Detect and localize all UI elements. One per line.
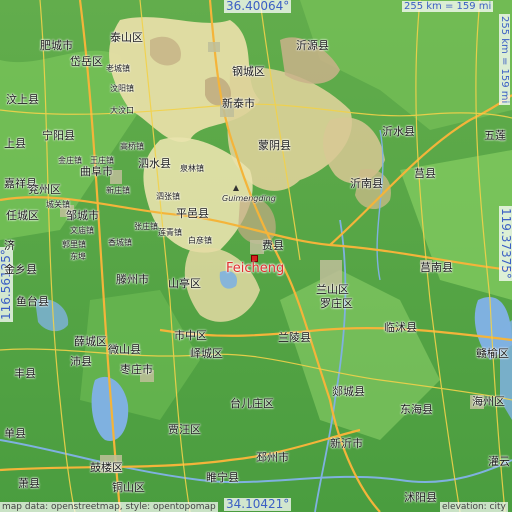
place-wenshang: 汶上县 xyxy=(6,93,39,106)
town-wenmiao: 文庙镇 xyxy=(70,226,94,235)
place-qufu: 曲阜市 xyxy=(80,165,113,178)
town-dawenkou: 大汶口 xyxy=(110,106,134,115)
place-chengwu: 济 xyxy=(4,239,15,252)
place-tengzhou: 滕州市 xyxy=(116,273,149,286)
town-hebaojiang: 莲青镇 xyxy=(158,228,182,237)
place-feixian: 费县 xyxy=(262,239,284,252)
place-yiyuan: 沂源县 xyxy=(296,39,329,52)
place-fengxian: 丰县 xyxy=(14,367,36,380)
town-sijiao: 泗张镇 xyxy=(156,192,180,201)
town-baiyan: 白彦镇 xyxy=(188,236,212,245)
place-zoucheng: 邹城市 xyxy=(66,209,99,222)
town-quanlin: 泉林镇 xyxy=(180,164,204,173)
place-shanting: 山亭区 xyxy=(168,277,201,290)
place-pingyi: 平邑县 xyxy=(176,207,209,220)
place-haizhou: 海州区 xyxy=(472,395,505,408)
place-yinan: 沂南县 xyxy=(350,177,383,190)
place-guanyun: 灌云 xyxy=(488,455,510,468)
place-xintai: 新泰市 xyxy=(222,97,255,110)
scale-vertical: 255 km = 159 mi xyxy=(499,14,510,106)
coord-right: 119.37375° xyxy=(499,206,512,281)
town-zhuijia: 汶阳镇 xyxy=(110,84,134,93)
guimengding-peak-marker xyxy=(233,185,239,191)
place-daiyue: 岱岳区 xyxy=(70,55,103,68)
place-jinxiang: 金乡县 xyxy=(4,263,37,276)
place-ningyang: 宁阳县 xyxy=(42,129,75,142)
place-gulou: 鼓楼区 xyxy=(90,461,123,474)
place-rencheng: 任城区 xyxy=(6,209,39,222)
town-jiaxiangzhen: 香城镇 xyxy=(108,238,132,247)
place-peixian: 沛县 xyxy=(70,355,92,368)
place-shuyang: 沭阳县 xyxy=(404,491,437,504)
place-tancheng: 郯城县 xyxy=(332,385,365,398)
town-jinzhuang: 金庄镇 xyxy=(58,156,82,165)
place-yishui: 沂水县 xyxy=(382,125,415,138)
attribution-right[interactable]: elevation: city xyxy=(440,502,508,512)
town-zhangzhuang: 张庄镇 xyxy=(134,222,158,231)
coord-left: 116.56125° xyxy=(0,247,13,322)
town-guoli: 郭里镇 xyxy=(62,240,86,249)
place-ganyu: 赣榆区 xyxy=(476,347,509,360)
town-feichengtown: 老城镇 xyxy=(106,64,130,73)
place-zaozhuang: 枣庄市 xyxy=(120,363,153,376)
place-changqing: 上县 xyxy=(4,137,26,150)
coord-bottom: 34.10421° xyxy=(224,497,292,511)
place-yutai2: 单县 xyxy=(4,427,26,440)
map: 36.40064° 34.10421° 116.56125° 119.37375… xyxy=(0,0,512,512)
scale-horizontal: 255 km = 159 mi xyxy=(402,1,494,12)
place-yuntai: 鱼台县 xyxy=(16,295,49,308)
place-xinyi: 新沂市 xyxy=(330,437,363,450)
town-dongxu: 东埠 xyxy=(70,252,86,261)
place-juxian: 莒县 xyxy=(414,167,436,180)
town-wangzhuang: 王庄镇 xyxy=(90,156,114,165)
place-luozhuang: 罗庄区 xyxy=(320,297,353,310)
place-yanzhou: 兖州区 xyxy=(28,183,61,196)
place-feichengcity: 肥城市 xyxy=(40,39,73,52)
place-donghai: 东海县 xyxy=(400,403,433,416)
place-lanling: 兰陵县 xyxy=(278,331,311,344)
place-xiaoxian: 萧县 xyxy=(18,477,40,490)
place-sishui: 泗水县 xyxy=(138,157,171,170)
place-suining: 睢宁县 xyxy=(206,471,239,484)
town-gaoqiao: 高桥镇 xyxy=(120,142,144,151)
place-shizhong: 市中区 xyxy=(174,329,207,342)
place-wulian: 五莲 xyxy=(484,129,506,142)
attribution-left[interactable]: map data: openstreetmap, style: opentopo… xyxy=(0,502,218,512)
feicheng-label[interactable]: Feicheng xyxy=(226,262,284,276)
place-tongshan: 铜山区 xyxy=(112,481,145,494)
place-linshu: 临沭县 xyxy=(384,321,417,334)
place-gangcheng: 钢城区 xyxy=(232,65,265,78)
place-jiawang: 贾汪区 xyxy=(168,423,201,436)
place-junan: 莒南县 xyxy=(420,261,453,274)
guimengding-label: Guimengding xyxy=(222,194,276,203)
place-lanshan: 兰山区 xyxy=(316,283,349,296)
place-taierzhuang: 台儿庄区 xyxy=(230,397,274,410)
town-xinzhuang: 新庄镇 xyxy=(106,186,130,195)
coord-top: 36.40064° xyxy=(224,0,292,13)
place-xuecheng: 薛城区 xyxy=(74,335,107,348)
town-chengguan: 城关镇 xyxy=(46,200,70,209)
place-weishan: 微山县 xyxy=(108,343,141,356)
place-laiwu: 泰山区 xyxy=(110,31,143,44)
place-mengyin: 蒙阴县 xyxy=(258,139,291,152)
place-pizhou: 邳州市 xyxy=(256,451,289,464)
place-yicheng: 峄城区 xyxy=(190,347,223,360)
